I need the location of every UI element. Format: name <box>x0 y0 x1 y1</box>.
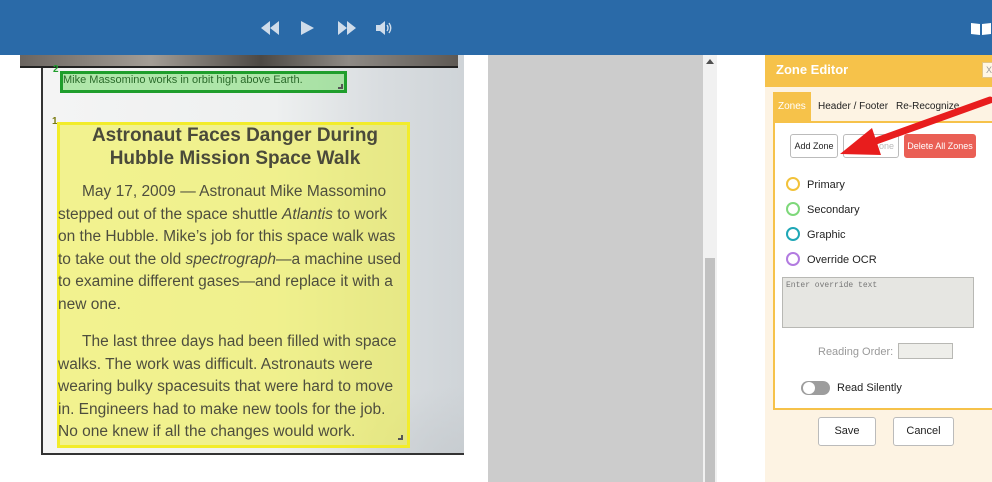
annotation-arrow-icon <box>840 96 992 155</box>
app-root: 2 Mike Massomino works in orbit high abo… <box>0 0 992 482</box>
